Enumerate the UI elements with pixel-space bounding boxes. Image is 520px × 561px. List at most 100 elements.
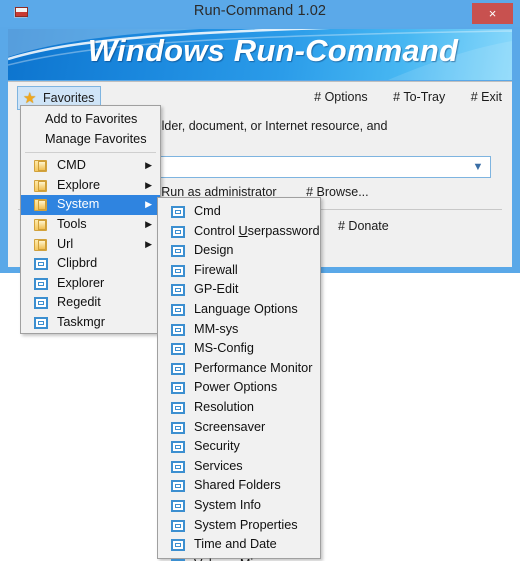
options-button[interactable]: # Options (314, 90, 368, 104)
submenu-item-gp-edit[interactable]: GP-Edit (158, 280, 320, 300)
submenu-item-control-userpassword[interactable]: Control Userpassword (158, 222, 320, 242)
menu-item-label: System (57, 197, 100, 212)
window-icon (171, 460, 185, 473)
menu-item-system[interactable]: System ▶ (21, 195, 160, 215)
submenu-item-cmd[interactable]: Cmd (158, 202, 320, 222)
menu-item-label: Explore (57, 177, 101, 192)
menu-item-taskmgr[interactable]: Taskmgr (21, 313, 160, 333)
window-icon (171, 303, 185, 316)
window-icon (171, 499, 185, 512)
chevron-right-icon: ▶ (145, 199, 152, 210)
menu-item-label: Url (57, 236, 74, 251)
folder-icon (34, 218, 47, 231)
menu-item-explore[interactable]: Explore ▶ (21, 176, 160, 196)
menu-item-label: Shared Folders (194, 478, 281, 493)
menu-item-label: Volume Mixer (194, 557, 271, 561)
chevron-right-icon: ▶ (145, 160, 152, 171)
window-title: Run-Command 1.02 (193, 3, 327, 19)
chevron-right-icon: ▶ (145, 238, 152, 249)
submenu-item-services[interactable]: Services (158, 457, 320, 477)
menu-item-label: Power Options (194, 380, 278, 395)
submenu-item-performance-monitor[interactable]: Performance Monitor (158, 359, 320, 379)
window-icon (171, 245, 185, 258)
window-icon (171, 441, 185, 454)
app-banner: Windows Run-Command (8, 29, 512, 80)
menu-item-label: Manage Favorites (45, 131, 147, 146)
submenu-item-volume-mixer[interactable]: Volume Mixer (158, 555, 320, 561)
menu-item-label: Cmd (194, 204, 221, 218)
menu-item-label: Language Options (194, 301, 298, 316)
menu-item-url[interactable]: Url ▶ (21, 235, 160, 255)
menu-item-label: Explorer (57, 275, 105, 290)
exit-button[interactable]: # Exit (471, 90, 502, 104)
menu-item-label: Resolution (194, 399, 254, 414)
menu-item-label: Firewall (194, 262, 238, 277)
window-icon (171, 343, 185, 356)
submenu-item-firewall[interactable]: Firewall (158, 261, 320, 281)
system-submenu: Cmd Control Userpassword Design Firewall… (157, 197, 321, 561)
banner-title: Windows Run-Command (87, 33, 459, 68)
submenu-item-system-info[interactable]: System Info (158, 496, 320, 516)
menu-item-label: Control Userpassword (194, 223, 320, 238)
window-icon (171, 206, 185, 218)
submenu-item-system-properties[interactable]: System Properties (158, 516, 320, 536)
window-icon (171, 362, 185, 375)
submenu-item-screensaver[interactable]: Screensaver (158, 418, 320, 438)
chevron-right-icon: ▶ (145, 179, 152, 190)
window-icon (171, 519, 185, 532)
window-icon (171, 382, 185, 395)
favorites-menu: Add to Favorites Manage Favorites CMD ▶ … (20, 105, 161, 334)
submenu-item-language-options[interactable]: Language Options (158, 300, 320, 320)
folder-icon (34, 238, 47, 251)
menu-item-label: MM-sys (194, 321, 239, 336)
folder-icon (34, 179, 47, 192)
submenu-item-power-options[interactable]: Power Options (158, 378, 320, 398)
window-icon (171, 401, 185, 414)
window-icon (171, 225, 185, 238)
to-tray-button[interactable]: # To-Tray (393, 90, 445, 104)
menu-item-label: Security (194, 439, 240, 454)
menu-item-regedit[interactable]: Regedit (21, 293, 160, 313)
toolbar-right: # Options # To-Tray # Exit (292, 90, 502, 104)
chevron-right-icon: ▶ (145, 218, 152, 229)
menu-item-add-to-favorites[interactable]: Add to Favorites (21, 110, 160, 130)
donate-button[interactable]: # Donate (338, 219, 389, 233)
menu-separator (25, 152, 156, 154)
chevron-down-icon[interactable]: ▼ (470, 159, 486, 175)
menu-item-label: Time and Date (194, 537, 277, 552)
submenu-item-security[interactable]: Security (158, 437, 320, 457)
menu-item-label: GP-Edit (194, 282, 239, 297)
menu-item-label: Add to Favorites (45, 112, 138, 126)
menu-item-tools[interactable]: Tools ▶ (21, 215, 160, 235)
title-bar: Run-Command 1.02 × (0, 0, 520, 27)
window-icon (34, 277, 48, 290)
window-icon (171, 323, 185, 336)
submenu-item-time-and-date[interactable]: Time and Date (158, 535, 320, 555)
favorites-button-label: Favorites (43, 91, 95, 105)
menu-item-label: Tools (57, 216, 87, 231)
menu-item-label: Performance Monitor (194, 360, 313, 375)
window-icon (171, 284, 185, 297)
menu-item-cmd[interactable]: CMD ▶ (21, 156, 160, 176)
menu-item-explorer[interactable]: Explorer (21, 274, 160, 294)
window-icon (34, 258, 48, 271)
menu-item-label: MS-Config (194, 341, 254, 356)
submenu-item-shared-folders[interactable]: Shared Folders (158, 476, 320, 496)
menu-item-label: Screensaver (194, 419, 266, 434)
menu-item-manage-favorites[interactable]: Manage Favorites (21, 130, 160, 150)
menu-item-label: Clipbrd (57, 256, 98, 271)
menu-item-label: Services (194, 458, 243, 473)
submenu-item-design[interactable]: Design (158, 241, 320, 261)
submenu-item-ms-config[interactable]: MS-Config (158, 339, 320, 359)
window-icon (171, 480, 185, 493)
menu-item-label: CMD (57, 158, 86, 173)
submenu-item-mm-sys[interactable]: MM-sys (158, 320, 320, 340)
folder-icon (34, 199, 47, 212)
menu-item-clipbrd[interactable]: Clipbrd (21, 254, 160, 274)
star-icon: ★ (23, 90, 37, 107)
close-button[interactable]: × (472, 3, 513, 24)
window-icon (171, 264, 185, 277)
menu-item-label: System Properties (194, 517, 298, 532)
submenu-item-resolution[interactable]: Resolution (158, 398, 320, 418)
folder-icon (34, 160, 47, 173)
